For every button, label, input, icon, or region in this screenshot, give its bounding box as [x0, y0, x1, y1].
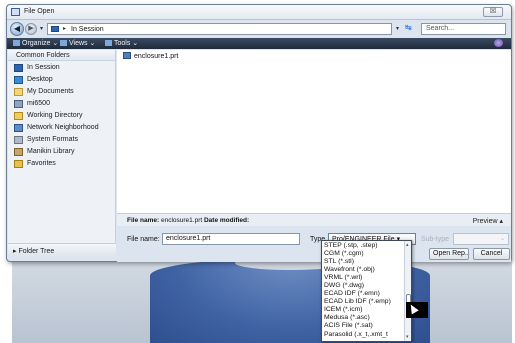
session-icon	[51, 26, 59, 32]
sidebar-item-working-directory[interactable]: Working Directory	[14, 111, 114, 122]
address-dropdown-icon[interactable]: ▾	[396, 25, 399, 32]
part-file-icon	[123, 52, 131, 59]
working-directory-icon	[14, 112, 23, 120]
breadcrumb-separator-icon[interactable]: ▸	[63, 25, 66, 32]
toolbar: Organize ⌄ Views ⌄ Tools ⌄	[7, 38, 511, 49]
close-button[interactable]: ☒	[483, 7, 503, 17]
system-formats-icon	[14, 136, 23, 144]
views-icon	[60, 40, 67, 46]
file-open-dialog: File Open ☒ ◀ ▶ ▾ ▸ In Session ▾ ↹ Searc…	[6, 4, 512, 262]
views-menu[interactable]: Views ⌄	[60, 39, 95, 47]
details-name-label: File name:	[127, 217, 160, 224]
common-folders-header: Common Folders	[8, 50, 115, 61]
scroll-up-icon[interactable]: ▴	[406, 242, 409, 248]
bottom-controls: File name: enclosure1.prt Type Pro/ENGIN…	[117, 226, 511, 262]
forward-arrow-icon[interactable]: ▶	[25, 23, 37, 35]
favorites-icon	[14, 160, 23, 168]
subtype-select[interactable]: ⌄	[453, 233, 509, 245]
address-row: ◀ ▶ ▾ ▸ In Session ▾ ↹ Search...	[7, 21, 511, 37]
history-dropdown-icon[interactable]: ▾	[40, 25, 43, 32]
list-item[interactable]: enclosure1.prt	[123, 52, 178, 60]
sidebar-item-my-documents[interactable]: My Documents	[14, 87, 114, 98]
sidebar-item-desktop[interactable]: Desktop	[14, 75, 114, 86]
sidebar-item-manikin-library[interactable]: Manikin Library	[14, 147, 114, 158]
back-arrow-icon[interactable]: ◀	[10, 22, 24, 36]
address-bar[interactable]: ▸ In Session	[47, 23, 392, 35]
preview-toggle[interactable]: Preview ▴	[473, 217, 503, 225]
file-details-strip: File name: enclosure1.prt Date modified:…	[117, 213, 511, 226]
type-option[interactable]: Parasolid (.x_t,.xmt_t	[324, 331, 404, 340]
window-icon	[11, 8, 20, 16]
title-bar: File Open ☒	[7, 5, 511, 20]
documents-icon	[14, 88, 23, 96]
sidebar-item-system-formats[interactable]: System Formats	[14, 135, 114, 146]
tools-icon	[105, 40, 112, 46]
folder-tree-toggle[interactable]: ▸ Folder Tree	[8, 243, 116, 256]
scroll-down-icon[interactable]: ▾	[406, 334, 409, 340]
help-icon[interactable]	[494, 39, 503, 47]
search-input[interactable]: Search...	[421, 23, 506, 35]
computer-icon	[14, 100, 23, 108]
sidebar-item-network-neighborhood[interactable]: Network Neighborhood	[14, 123, 114, 134]
details-name-value: enclosure1.prt	[160, 217, 203, 224]
cancel-button[interactable]: Cancel	[473, 248, 510, 260]
file-name-label: File name:	[127, 236, 160, 243]
type-option[interactable]: ACIS File (*.sat)	[324, 322, 404, 331]
file-name-field[interactable]: enclosure1.prt	[162, 233, 300, 245]
sidebar-item-in-session[interactable]: In Session	[14, 63, 114, 74]
organize-menu[interactable]: Organize ⌄	[13, 39, 58, 47]
organize-icon	[13, 40, 20, 46]
session-icon	[14, 64, 23, 72]
sidebar-item-favorites[interactable]: Favorites	[14, 159, 114, 170]
desktop-icon	[14, 76, 23, 84]
common-folders-pane: Common Folders In Session Desktop My Doc…	[8, 50, 116, 243]
network-icon	[14, 124, 23, 132]
sidebar-item-mi6500[interactable]: mi6500	[14, 99, 114, 110]
details-modified-label: Date modified:	[203, 217, 250, 224]
window-title: File Open	[24, 8, 55, 15]
subtype-label: Sub-type	[421, 236, 450, 243]
refresh-icon[interactable]: ↹	[405, 23, 412, 32]
address-path[interactable]: In Session	[71, 26, 104, 33]
file-list[interactable]: enclosure1.prt	[117, 50, 511, 213]
dropdown-scrollbar[interactable]: ▴ ▾	[404, 241, 411, 341]
open-rep-button[interactable]: Open Rep...	[429, 248, 469, 260]
manikin-icon	[14, 148, 23, 156]
type-dropdown-list[interactable]: STEP (.stp, .step) CGM (*.cgm) STL (*.st…	[321, 240, 412, 342]
tools-menu[interactable]: Tools ⌄	[105, 39, 138, 47]
